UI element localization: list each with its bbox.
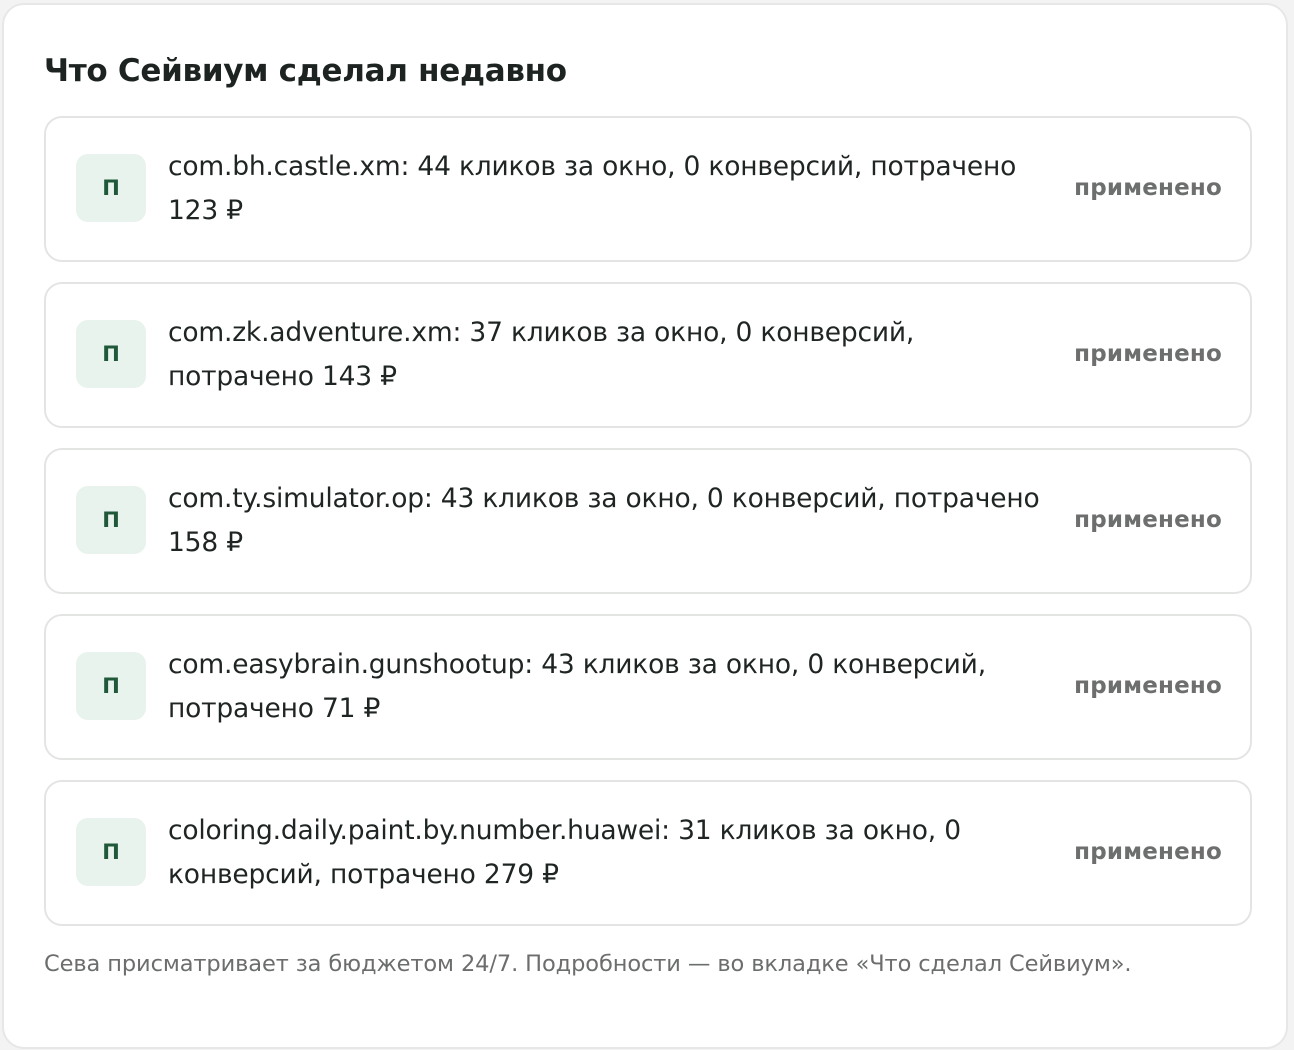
action-item[interactable]: П coloring.daily.paint.by.number.huawei:…	[44, 780, 1252, 926]
panel-title: Что Сейвиум сделал недавно	[44, 53, 567, 89]
action-type-badge: П	[76, 154, 146, 222]
recent-actions-panel: Что Сейвиум сделал недавно П com.bh.cast…	[2, 3, 1288, 1049]
action-type-badge: П	[76, 486, 146, 554]
action-status: применено	[1074, 341, 1222, 367]
action-type-badge: П	[76, 320, 146, 388]
action-description: com.zk.adventure.xm: 37 кликов за окно, …	[168, 317, 915, 392]
action-item[interactable]: П com.zk.adventure.xm: 37 кликов за окно…	[44, 282, 1252, 428]
action-status: применено	[1074, 175, 1222, 201]
panel-footer-note: Сева присматривает за бюджетом 24/7. Под…	[44, 951, 1132, 977]
action-status: применено	[1074, 839, 1222, 865]
action-description: com.easybrain.gunshootup: 43 кликов за о…	[168, 649, 986, 724]
action-item[interactable]: П com.bh.castle.xm: 44 кликов за окно, 0…	[44, 116, 1252, 262]
action-type-badge: П	[76, 818, 146, 886]
action-description: coloring.daily.paint.by.number.huawei: 3…	[168, 815, 961, 890]
action-status: применено	[1074, 673, 1222, 699]
action-item[interactable]: П com.easybrain.gunshootup: 43 кликов за…	[44, 614, 1252, 760]
action-item[interactable]: П com.ty.simulator.op: 43 кликов за окно…	[44, 448, 1252, 594]
actions-list: П com.bh.castle.xm: 44 кликов за окно, 0…	[44, 116, 1252, 946]
action-description: com.bh.castle.xm: 44 кликов за окно, 0 к…	[168, 151, 1017, 226]
action-status: применено	[1074, 507, 1222, 533]
action-description: com.ty.simulator.op: 43 кликов за окно, …	[168, 483, 1040, 558]
action-type-badge: П	[76, 652, 146, 720]
